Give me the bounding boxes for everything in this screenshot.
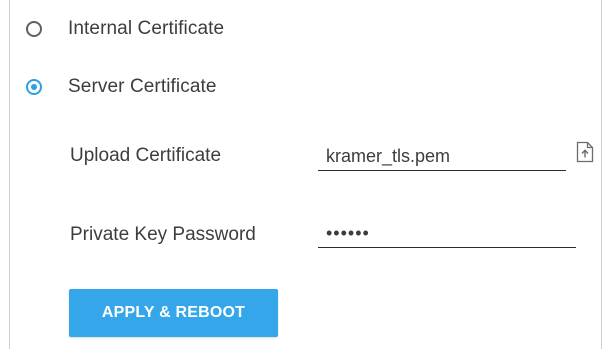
server-certificate-option[interactable]: Server Certificate: [26, 76, 217, 98]
certificate-settings-panel: Internal Certificate Server Certificate …: [9, 0, 602, 349]
upload-certificate-label: Upload Certificate: [70, 145, 222, 166]
internal-certificate-label: Internal Certificate: [68, 18, 225, 39]
internal-certificate-radio[interactable]: [26, 21, 42, 37]
file-upload-icon[interactable]: [576, 141, 594, 163]
server-certificate-radio[interactable]: [26, 79, 42, 95]
private-key-password-label: Private Key Password: [70, 224, 256, 245]
upload-certificate-field[interactable]: kramer_tls.pem: [318, 141, 566, 171]
server-certificate-label: Server Certificate: [68, 76, 217, 97]
internal-certificate-option[interactable]: Internal Certificate: [26, 18, 224, 40]
apply-and-reboot-button[interactable]: APPLY & REBOOT: [69, 289, 278, 337]
private-key-password-field[interactable]: ••••••: [318, 218, 576, 248]
